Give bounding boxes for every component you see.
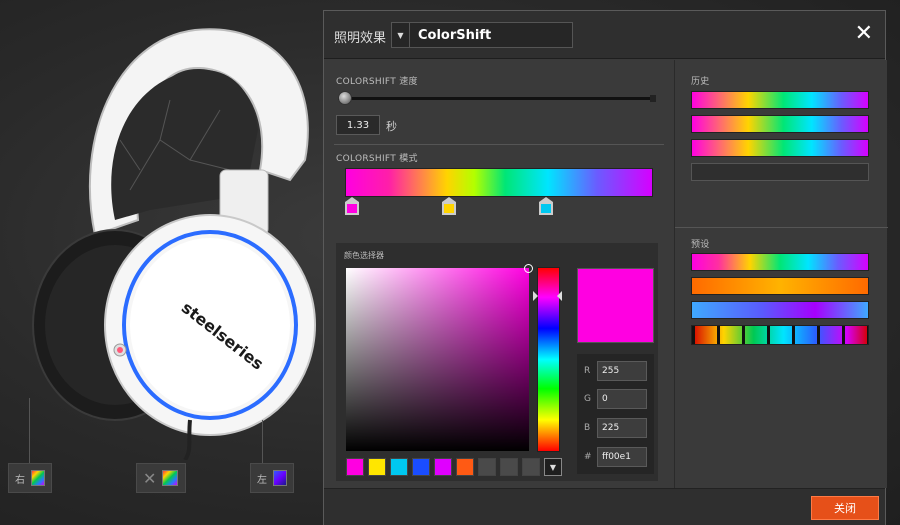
zone-label: 左 — [257, 474, 267, 486]
dialog-footer: 关闭 — [324, 488, 885, 525]
zone-button-middle[interactable]: ✕ — [136, 463, 186, 493]
pattern-label: COLORSHIFT 模式 — [336, 154, 418, 164]
zone-leader-line — [29, 398, 30, 464]
color-picker-label: 颜色选择器 — [344, 251, 384, 260]
close-icon[interactable]: ✕ — [855, 23, 873, 45]
palette-swatch-1[interactable] — [346, 458, 364, 476]
speed-unit: 秒 — [386, 120, 397, 133]
speed-slider-track[interactable] — [338, 97, 656, 100]
zone-button-left[interactable]: 左 — [250, 463, 294, 493]
section-divider — [334, 144, 664, 145]
close-icon: ✕ — [143, 468, 157, 488]
red-input[interactable]: 255 — [597, 361, 647, 381]
green-input[interactable]: 0 — [597, 389, 647, 409]
chevron-down-icon: ▼ — [392, 23, 410, 47]
red-row: R 255 — [577, 361, 654, 383]
green-label: G — [584, 394, 591, 404]
effect-dropdown[interactable]: ▼ ColorShift — [391, 22, 573, 48]
lighting-effect-dialog: 照明效果 ▼ ColorShift ✕ COLORSHIFT 速度 1.33 秒… — [323, 10, 888, 525]
colorshift-settings-panel: COLORSHIFT 速度 1.33 秒 COLORSHIFT 模式 颜色选择器… — [324, 60, 674, 488]
blue-row: B 225 — [577, 418, 654, 440]
palette-swatch-8[interactable] — [500, 458, 518, 476]
dialog-header: 照明效果 ▼ ColorShift ✕ — [324, 11, 885, 59]
gradient-stop-1[interactable] — [345, 197, 359, 215]
zone-color-icon — [31, 470, 45, 486]
blue-label: B — [584, 423, 591, 433]
hex-input[interactable]: ff00e1 — [597, 447, 647, 467]
effect-dropdown-value: ColorShift — [418, 27, 492, 43]
dialog-title: 照明效果 — [334, 31, 387, 46]
gradient-stop-3[interactable] — [539, 197, 554, 215]
zone-button-right[interactable]: 右 — [8, 463, 52, 493]
presets-label: 预设 — [691, 240, 710, 250]
history-swatch-empty[interactable] — [691, 163, 869, 181]
close-button[interactable]: 关闭 — [811, 496, 879, 520]
speed-slider-thumb[interactable] — [338, 91, 352, 105]
color-palette: ▼ — [346, 458, 562, 476]
chevron-down-icon[interactable]: ▼ — [544, 458, 562, 476]
preset-fire[interactable] — [691, 277, 869, 295]
palette-swatch-6[interactable] — [456, 458, 474, 476]
speed-input[interactable]: 1.33 — [336, 115, 380, 135]
hue-slider-handle-right[interactable] — [557, 291, 562, 301]
green-row: G 0 — [577, 389, 654, 411]
zone-label: 右 — [15, 474, 25, 486]
hue-slider-handle-left[interactable] — [533, 291, 538, 301]
gradient-stop-2[interactable] — [442, 197, 457, 215]
rgb-input-panel: R 255 G 0 B 225 # ff00e1 — [577, 354, 654, 474]
history-swatch-3[interactable] — [691, 139, 869, 157]
hex-label: # — [584, 452, 592, 462]
red-label: R — [584, 366, 591, 376]
saturation-value-square[interactable] — [346, 268, 529, 451]
zone-leader-line — [262, 420, 263, 464]
hex-row: # ff00e1 — [577, 447, 654, 469]
preset-segmented-rainbow[interactable] — [691, 325, 869, 345]
preset-rainbow[interactable] — [691, 253, 869, 271]
zone-color-icon — [273, 470, 287, 486]
headset-image: steelseries — [32, 28, 316, 460]
history-label: 历史 — [691, 77, 710, 87]
history-presets-panel: 历史 预设 — [674, 60, 888, 488]
color-picker-panel: 颜色选择器 R 255 G 0 B 225 # ff00e1 ▼ — [336, 243, 658, 481]
speed-slider-end — [650, 95, 656, 102]
blue-input[interactable]: 225 — [597, 418, 647, 438]
palette-swatch-9[interactable] — [522, 458, 540, 476]
colorshift-gradient-bar[interactable] — [345, 168, 653, 197]
current-color-preview — [577, 268, 654, 343]
zone-color-icon — [162, 470, 179, 486]
saturation-value-handle[interactable] — [524, 264, 533, 273]
palette-swatch-3[interactable] — [390, 458, 408, 476]
palette-swatch-4[interactable] — [412, 458, 430, 476]
palette-swatch-7[interactable] — [478, 458, 496, 476]
palette-swatch-5[interactable] — [434, 458, 452, 476]
speed-label: COLORSHIFT 速度 — [336, 77, 418, 87]
section-divider — [675, 227, 888, 228]
history-swatch-2[interactable] — [691, 115, 869, 133]
preset-blue-violet[interactable] — [691, 301, 869, 319]
palette-swatch-2[interactable] — [368, 458, 386, 476]
history-swatch-1[interactable] — [691, 91, 869, 109]
